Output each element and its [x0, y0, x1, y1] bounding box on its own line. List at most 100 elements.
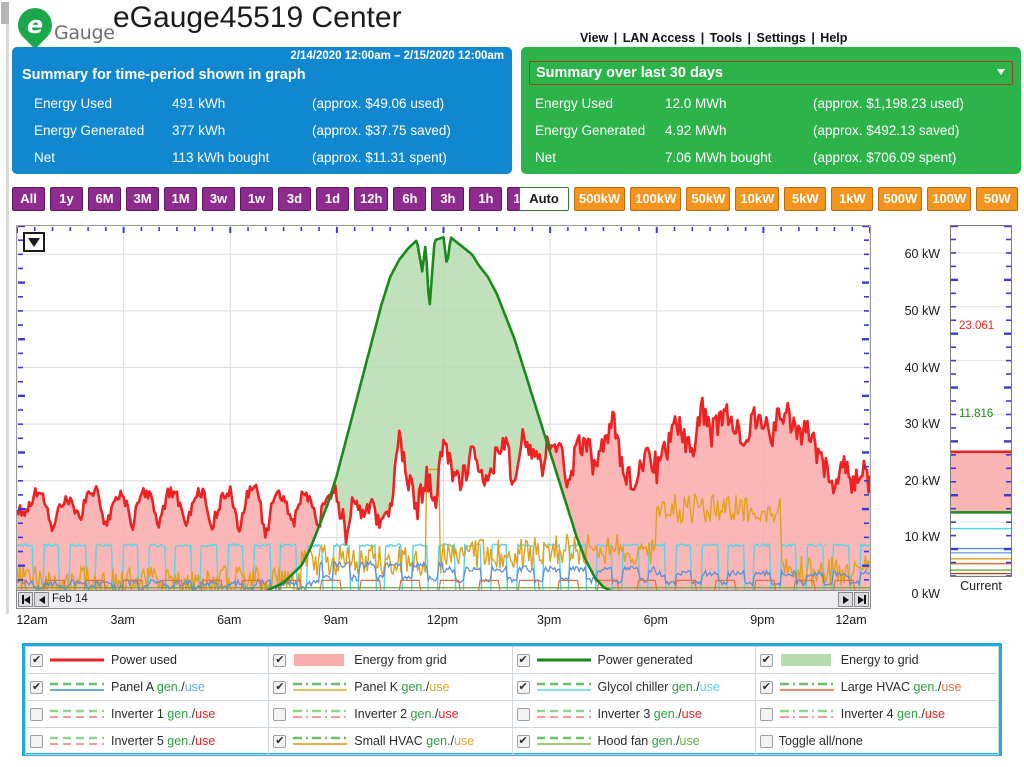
y-tick-label: 10 kW	[904, 530, 940, 545]
y-axis-labels: 0 kW 10 kW 20 kW 30 kW 40 kW 50 kW 60 kW	[878, 225, 940, 601]
nav-separator: |	[697, 31, 708, 45]
legend-checkbox-inverter-5[interactable]	[30, 734, 43, 748]
chart-time-navigator[interactable]: Feb 14	[16, 590, 871, 609]
legend-label-energy-to-grid: Energy to grid	[840, 653, 919, 667]
scale-button-10kw[interactable]: 10kW	[735, 187, 780, 211]
legend-checkbox-energy-from-grid[interactable]	[273, 653, 287, 667]
legend-cell-small-hvac[interactable]: Small HVAC gen./use	[268, 727, 513, 755]
legend-label-panel-k: Panel K gen./use	[354, 680, 450, 694]
summary-right-title: Summary over last 30 days	[536, 65, 723, 81]
summary-approx: (approx. $11.31 spent)	[312, 150, 447, 165]
timerange-button-3h[interactable]: 3h	[431, 187, 465, 211]
legend-cell-inverter-5[interactable]: Inverter 5 gen./use	[24, 727, 270, 755]
page-header: e Gauge eGauge45519 Center View | LAN Ac…	[0, 0, 1024, 52]
legend-cell-toggle-all[interactable]: Toggle all/none	[754, 727, 1000, 755]
legend-cell-panel-k[interactable]: Panel K gen./use	[268, 673, 513, 701]
legend-checkbox-energy-to-grid[interactable]	[759, 653, 773, 667]
scale-button-50w[interactable]: 50W	[976, 187, 1019, 211]
chart-plot-area[interactable]	[16, 225, 871, 595]
legend-cell-inverter-3[interactable]: Inverter 3 gen./use	[511, 700, 756, 728]
scale-button-5kw[interactable]: 5kW	[784, 187, 827, 211]
chart-options-dropdown-icon[interactable]	[23, 232, 45, 252]
summary-right-header[interactable]: Summary over last 30 days	[529, 61, 1013, 85]
legend-checkbox-toggle-all[interactable]	[759, 734, 773, 748]
chevron-down-icon[interactable]	[997, 69, 1005, 75]
legend-cell-inverter-2[interactable]: Inverter 2 gen./use	[268, 700, 513, 728]
next-icon[interactable]	[838, 592, 853, 607]
timerange-button-3m[interactable]: 3M	[126, 187, 159, 211]
legend-label-toggle-all: Toggle all/none	[778, 734, 863, 748]
scroll-rail[interactable]	[6, 24, 9, 614]
legend-table: Power used Energy from grid Power generate…	[24, 646, 1000, 755]
timerange-button-all[interactable]: All	[12, 187, 45, 211]
legend-cell-glycol-chiller[interactable]: Glycol chiller gen./use	[511, 673, 756, 701]
y-tick-label: 40 kW	[904, 360, 940, 375]
x-axis-labels: 12am 3am 6am 9am 12pm 3pm 6pm 9pm 12am	[16, 613, 871, 629]
legend-checkbox-hood-fan[interactable]	[516, 734, 530, 748]
legend-cell-large-hvac[interactable]: Large HVAC gen./use	[754, 673, 1000, 701]
timerange-button-12h[interactable]: 12h	[354, 187, 389, 211]
legend-checkbox-inverter-1[interactable]	[30, 707, 43, 721]
chart-canvas	[17, 226, 870, 594]
summary-label: Energy Generated	[34, 123, 145, 138]
scale-button-100kw[interactable]: 100kW	[630, 187, 682, 211]
legend-swatch-inverter-1	[49, 707, 105, 721]
previous-icon[interactable]	[34, 592, 49, 607]
legend-cell-power-generated[interactable]: Power generated	[511, 646, 756, 674]
legend-swatch-panel-k	[292, 680, 348, 694]
legend-label-inverter-5: Inverter 5 gen./use	[111, 734, 216, 748]
legend-cell-energy-from-grid[interactable]: Energy from grid	[268, 646, 513, 674]
legend-cell-power-used[interactable]: Power used	[24, 646, 270, 674]
timerange-button-1h[interactable]: 1h	[469, 187, 503, 211]
legend-label-energy-from-grid: Energy from grid	[354, 653, 447, 667]
legend-checkbox-inverter-2[interactable]	[273, 707, 287, 721]
legend-checkbox-inverter-3[interactable]	[516, 707, 530, 721]
x-tick-label: 9am	[323, 613, 349, 627]
legend-cell-energy-to-grid[interactable]: Energy to grid	[754, 646, 1000, 674]
legend-checkbox-power-generated[interactable]	[516, 653, 530, 667]
skip-to-end-icon[interactable]	[854, 592, 869, 607]
scale-button-500w[interactable]: 500W	[878, 187, 923, 211]
timerange-button-1y[interactable]: 1y	[50, 187, 83, 211]
legend-swatch-inverter-2	[292, 707, 348, 721]
legend-swatch-inverter-5	[49, 734, 105, 748]
legend-checkbox-glycol-chiller[interactable]	[516, 680, 530, 694]
legend-row: Panel A gen./use Panel K gen./use Glycol c…	[24, 673, 1000, 701]
scale-button-auto[interactable]: Auto	[519, 187, 569, 211]
scale-button-1kw[interactable]: 1kW	[831, 187, 874, 211]
legend-checkbox-panel-a[interactable]	[30, 680, 43, 694]
legend-swatch-inverter-3	[536, 707, 592, 721]
timerange-button-6m[interactable]: 6M	[88, 187, 121, 211]
legend-cell-inverter-4[interactable]: Inverter 4 gen./use	[754, 700, 1000, 728]
scale-button-100w[interactable]: 100W	[927, 187, 972, 211]
summary-value: 12.0 MWh	[665, 96, 727, 111]
nav-item-help[interactable]: Help	[820, 31, 847, 45]
nav-item-lan-access[interactable]: LAN Access	[623, 31, 696, 45]
scale-button-500kw[interactable]: 500kW	[574, 187, 626, 211]
timerange-button-1w[interactable]: 1w	[240, 187, 273, 211]
y-tick-label: 30 kW	[904, 417, 940, 432]
legend-label-small-hvac: Small HVAC gen./use	[354, 734, 475, 748]
timerange-button-1m[interactable]: 1M	[164, 187, 197, 211]
timerange-button-3w[interactable]: 3w	[202, 187, 235, 211]
legend-checkbox-small-hvac[interactable]	[273, 734, 287, 748]
scale-button-50kw[interactable]: 50kW	[686, 187, 731, 211]
legend-checkbox-power-used[interactable]	[30, 653, 43, 667]
legend-cell-hood-fan[interactable]: Hood fan gen./use	[511, 727, 756, 755]
legend-cell-inverter-1[interactable]: Inverter 1 gen./use	[24, 700, 270, 728]
timerange-button-6h[interactable]: 6h	[393, 187, 427, 211]
legend-checkbox-large-hvac[interactable]	[759, 680, 773, 694]
legend-cell-panel-a[interactable]: Panel A gen./use	[24, 673, 270, 701]
graph-date-range: 2/14/2020 12:00am – 2/15/2020 12:00am	[290, 50, 504, 62]
nav-item-view[interactable]: View	[580, 31, 608, 45]
gauge-generated-value: 11.816	[959, 408, 994, 420]
legend-checkbox-inverter-4[interactable]	[759, 707, 773, 721]
skip-to-start-icon[interactable]	[18, 592, 33, 607]
legend-checkbox-panel-k[interactable]	[273, 680, 287, 694]
legend-label-power-generated: Power generated	[597, 653, 693, 667]
nav-item-settings[interactable]: Settings	[757, 31, 806, 45]
timerange-button-1d[interactable]: 1d	[316, 187, 349, 211]
scale-button-bar: Auto 500kW 100kW 50kW 10kW 5kW 1kW 500W 100W 50W	[519, 187, 1023, 213]
timerange-button-3d[interactable]: 3d	[278, 187, 311, 211]
nav-item-tools[interactable]: Tools	[710, 31, 742, 45]
